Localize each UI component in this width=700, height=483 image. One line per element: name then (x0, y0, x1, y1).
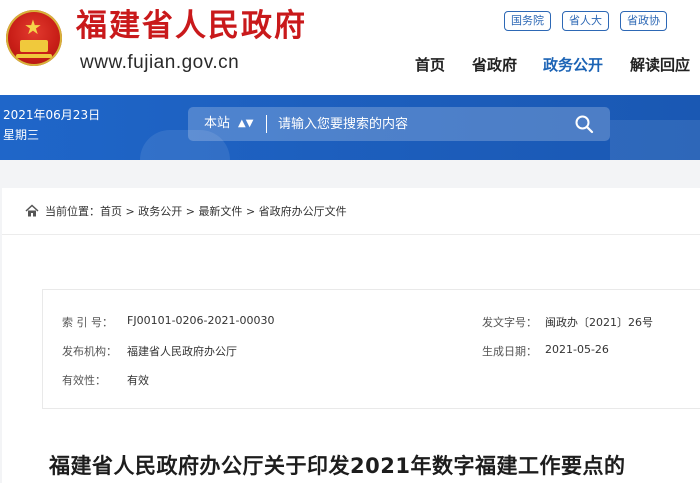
generation-date-value: 2021-05-26 (545, 343, 609, 356)
issuing-agency-label: 发布机构： (62, 345, 117, 358)
nav-interpretation-response[interactable]: 解读回应 (630, 54, 690, 75)
breadcrumb-government-affairs[interactable]: 政务公开 (138, 205, 182, 218)
document-number-value: 闽政办〔2021〕26号 (545, 316, 653, 329)
skyline-decoration-right (610, 120, 700, 160)
article-title: 福建省人民政府办公厅关于印发2021年数字福建工作要点的 (49, 454, 626, 478)
breadcrumb-office-documents[interactable]: 省政府办公厅文件 (259, 205, 347, 218)
top-link-state-council[interactable]: 国务院 (504, 11, 551, 31)
search-divider (266, 115, 267, 133)
site-title[interactable]: 福建省人民政府 (76, 8, 307, 44)
top-link-provincial-cppcc[interactable]: 省政协 (620, 11, 667, 31)
home-icon (25, 204, 39, 217)
nav-provincial-government[interactable]: 省政府 (472, 54, 517, 75)
current-date: 2021年06月23日 (3, 108, 101, 122)
national-emblem-icon[interactable]: ★ (6, 10, 62, 66)
site-url: www.fujian.gov.cn (80, 52, 240, 73)
breadcrumb-home[interactable]: 首页 (100, 205, 122, 218)
search-icon[interactable] (574, 114, 594, 134)
breadcrumb: 当前位置：首页 > 政务公开 > 最新文件 > 省政府办公厅文件 (25, 203, 347, 219)
breadcrumb-separator: > (245, 205, 256, 218)
nav-government-affairs-disclosure[interactable]: 政务公开 (543, 54, 603, 75)
top-link-provincial-congress[interactable]: 省人大 (562, 11, 609, 31)
document-number-label: 发文字号： (482, 316, 537, 329)
divider (2, 234, 700, 235)
validity-value: 有效 (127, 374, 149, 387)
up-down-caret-icon[interactable]: ▲▼ (238, 107, 253, 141)
search-scope-select[interactable]: 本站 (204, 107, 230, 141)
search-banner: 2021年06月23日 星期三 本站 ▲▼ (0, 95, 700, 160)
search-bar: 本站 ▲▼ (188, 107, 610, 141)
nav-home[interactable]: 首页 (415, 54, 445, 75)
date-display: 2021年06月23日 星期三 (3, 105, 100, 145)
search-input[interactable] (278, 107, 558, 141)
breadcrumb-prefix: 当前位置： (45, 205, 100, 218)
issuing-agency-value: 福建省人民政府办公厅 (127, 345, 237, 358)
breadcrumb-latest-documents[interactable]: 最新文件 (198, 205, 242, 218)
index-number-label: 索 引 号： (62, 316, 113, 329)
generation-date-label: 生成日期： (482, 345, 537, 358)
document-metadata-box: 索 引 号： FJ00101-0206-2021-00030 发文字号： 闽政办… (42, 289, 700, 409)
main-content: 当前位置：首页 > 政务公开 > 最新文件 > 省政府办公厅文件 索 引 号： … (2, 188, 700, 483)
breadcrumb-separator: > (185, 205, 195, 218)
validity-label: 有效性： (62, 374, 106, 387)
breadcrumb-separator: > (125, 205, 135, 218)
site-header: ★ 福建省人民政府 www.fujian.gov.cn 国务院 省人大 省政协 … (0, 0, 700, 95)
current-weekday: 星期三 (3, 128, 40, 142)
index-number-value: FJ00101-0206-2021-00030 (127, 314, 275, 327)
